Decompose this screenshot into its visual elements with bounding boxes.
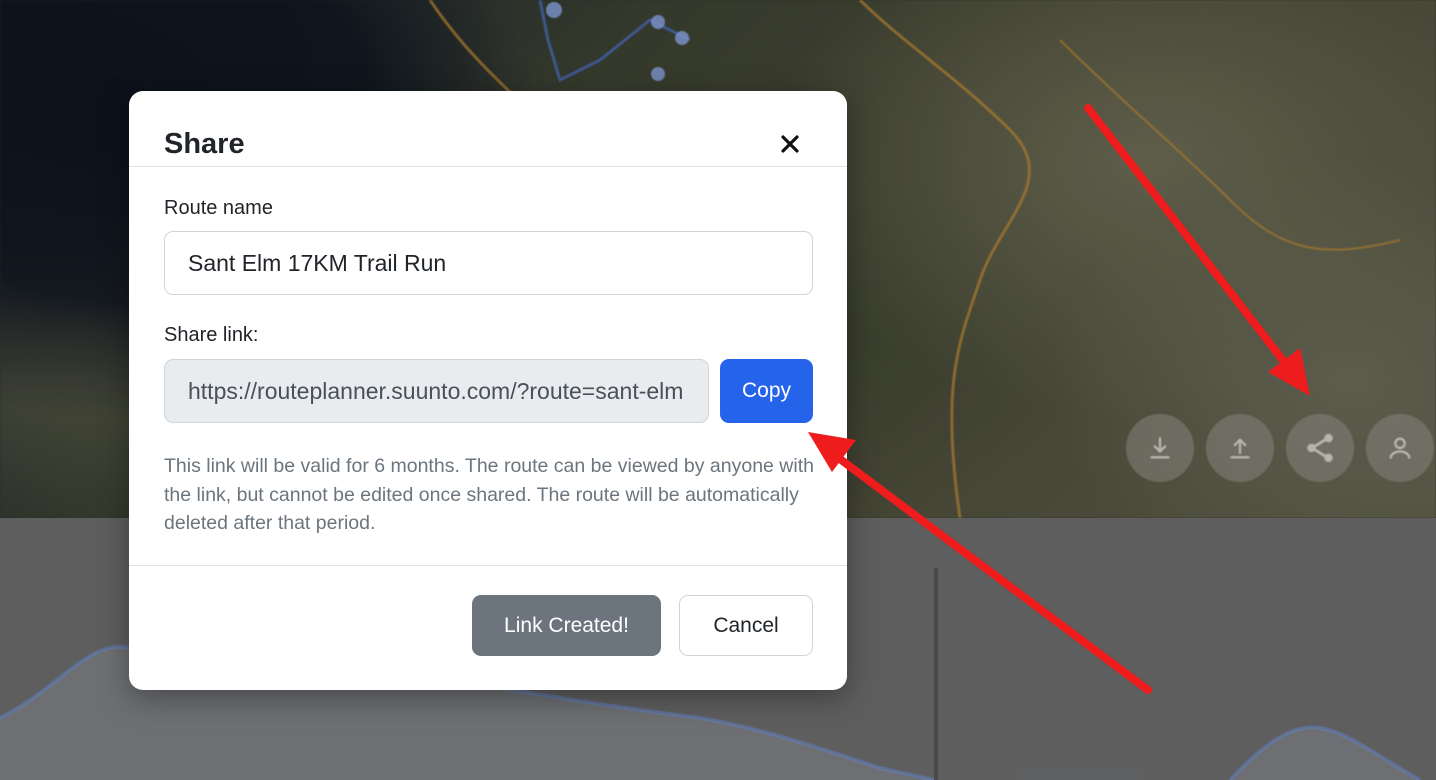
share-modal: Share Route name Share link: Copy This l… xyxy=(129,91,847,690)
modal-footer-divider xyxy=(129,565,847,566)
copy-button[interactable]: Copy xyxy=(720,359,813,423)
link-validity-text: This link will be valid for 6 months. Th… xyxy=(164,455,814,534)
cancel-button[interactable]: Cancel xyxy=(679,595,813,656)
modal-header: Share xyxy=(129,91,847,167)
close-button[interactable] xyxy=(773,127,807,161)
share-link-input[interactable] xyxy=(164,359,709,423)
share-link-label: Share link: xyxy=(164,324,259,346)
link-created-button[interactable]: Link Created! xyxy=(472,595,661,656)
route-name-input[interactable] xyxy=(164,231,813,295)
modal-title: Share xyxy=(164,128,245,160)
close-icon xyxy=(781,135,799,153)
route-name-label: Route name xyxy=(164,197,273,219)
